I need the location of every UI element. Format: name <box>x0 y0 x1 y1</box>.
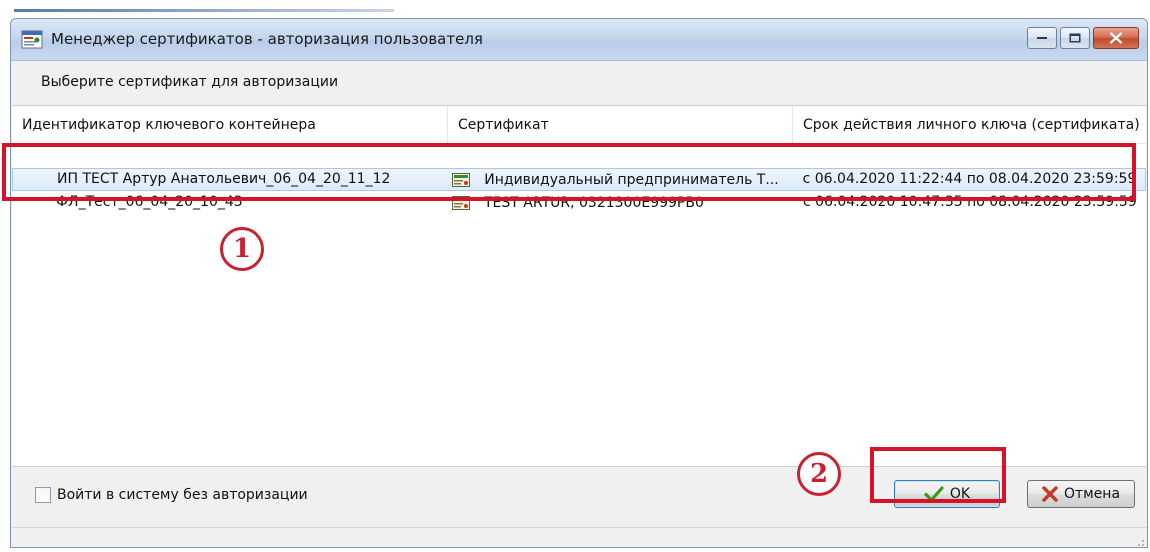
minimize-icon <box>1037 37 1047 39</box>
cell-container-id: ФЛ_Тест_06_04_20_10_43 <box>56 194 243 210</box>
status-bar <box>11 527 1147 547</box>
certificate-manager-icon <box>21 30 43 49</box>
column-header-container-id[interactable]: Идентификатор ключевого контейнера <box>12 106 448 144</box>
prompt-label: Выберите сертификат для авторизации <box>41 74 339 90</box>
certificate-label: Индивидуальный предприниматель Т... <box>484 171 779 188</box>
checkbox-box[interactable] <box>35 487 51 503</box>
maximize-icon <box>1069 33 1081 43</box>
column-header-validity[interactable]: Срок действия личного ключа (сертификата… <box>793 106 1146 144</box>
cell-container-id: ИП ТЕСТ Артур Анатольевич_06_04_20_11_12 <box>57 171 391 187</box>
column-header-certificate[interactable]: Сертификат <box>448 106 793 144</box>
cell-certificate: Индивидуальный предприниматель Т... <box>448 168 792 191</box>
certificate-manager-dialog: Менеджер сертификатов - авторизация поль… <box>10 18 1148 548</box>
cell-validity: с 06.04.2020 11:22:44 по 08.04.2020 23:5… <box>802 171 1137 187</box>
cell-validity: с 06.04.2020 10:47:35 по 08.04.2020 23:5… <box>803 194 1137 210</box>
close-button[interactable] <box>1093 27 1139 49</box>
ok-button[interactable]: OK <box>894 480 1000 508</box>
table-row[interactable]: ФЛ_Тест_06_04_20_10_43 TEST ARTUR, 03213… <box>12 191 1146 214</box>
certificate-icon <box>452 172 471 187</box>
background-strip <box>0 0 1150 12</box>
checkmark-icon <box>924 486 944 502</box>
certificate-label: TEST ARTUR, 0321300E999PB0 <box>484 194 704 211</box>
minimize-button[interactable] <box>1027 27 1057 49</box>
certificate-icon <box>452 195 470 210</box>
window-controls <box>1027 27 1139 51</box>
cancel-x-icon <box>1042 486 1058 502</box>
annotation-badge-1: 1 <box>220 227 264 271</box>
table-row[interactable]: ИП ТЕСТ Артур Анатольевич_06_04_20_11_12… <box>12 168 1146 191</box>
maximize-button[interactable] <box>1060 27 1090 49</box>
list-rows: ИП ТЕСТ Артур Анатольевич_06_04_20_11_12… <box>12 168 1146 214</box>
no-auth-checkbox[interactable]: Войти в систему без авторизации <box>35 487 308 503</box>
cell-certificate: TEST ARTUR, 0321300E999PB0 <box>448 191 793 214</box>
certificate-list[interactable]: Идентификатор ключевого контейнера Серти… <box>12 105 1146 467</box>
resize-grip-icon[interactable] <box>1133 535 1145 547</box>
cancel-button[interactable]: Отмена <box>1027 480 1135 508</box>
title-bar[interactable]: Менеджер сертификатов - авторизация поль… <box>11 19 1147 61</box>
ok-label: OK <box>949 486 971 502</box>
annotation-badge-2: 2 <box>797 452 841 496</box>
window-title: Менеджер сертификатов - авторизация поль… <box>51 30 483 48</box>
background-window-edge <box>14 9 394 12</box>
list-header: Идентификатор ключевого контейнера Серти… <box>12 106 1146 144</box>
cancel-label: Отмена <box>1063 486 1121 502</box>
close-icon <box>1110 32 1122 44</box>
no-auth-checkbox-label: Войти в систему без авторизации <box>57 487 308 503</box>
